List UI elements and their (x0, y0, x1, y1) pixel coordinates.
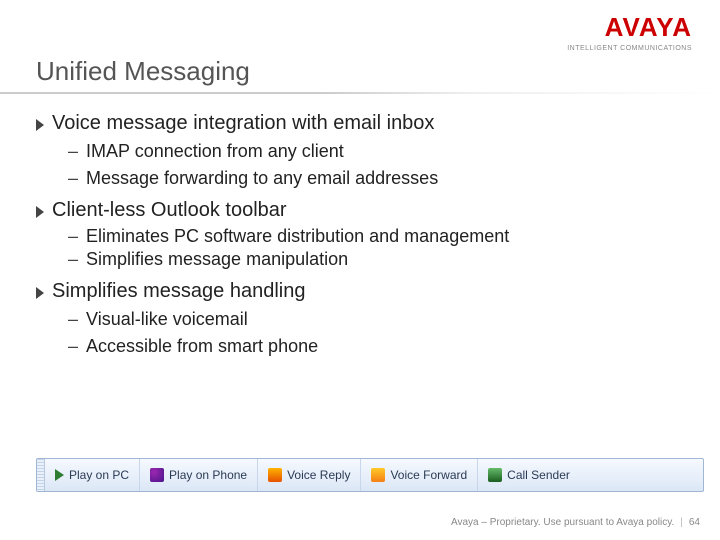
toolbar-label: Voice Forward (390, 468, 467, 482)
toolbar-label: Call Sender (507, 468, 570, 482)
toolbar-button-play-pc: Play on PC (45, 459, 140, 491)
play-icon (55, 469, 64, 481)
arrow-icon (36, 206, 44, 218)
call-icon (488, 468, 502, 482)
phone-icon (150, 468, 164, 482)
bullet-l2: – Message forwarding to any email addres… (68, 168, 684, 189)
brand-tagline: INTELLIGENT COMMUNICATIONS (567, 45, 692, 52)
page-number: 64 (689, 517, 700, 528)
bullet-l2: – Simplifies message manipulation (68, 249, 684, 270)
bullet-l2: – IMAP connection from any client (68, 141, 684, 162)
dash-icon: – (68, 249, 78, 270)
bullet-text: Simplifies message manipulation (86, 249, 348, 270)
bullet-l1: Simplifies message handling (36, 280, 684, 303)
footer-separator: | (680, 517, 683, 528)
toolbar-button-voice-reply: Voice Reply (258, 459, 361, 491)
brand-name: AVAYA (567, 12, 692, 43)
arrow-icon (36, 287, 44, 299)
dash-icon: – (68, 226, 78, 247)
bullet-text: Voice message integration with email inb… (52, 112, 434, 135)
toolbar-button-call-sender: Call Sender (478, 459, 580, 491)
dash-icon: – (68, 168, 78, 189)
toolbar-label: Play on Phone (169, 468, 247, 482)
toolbar-grip-icon (37, 459, 45, 491)
bullet-text: Accessible from smart phone (86, 336, 318, 357)
slide-title: Unified Messaging (36, 56, 250, 87)
bullet-l2: – Visual-like voicemail (68, 309, 684, 330)
slide-body: Voice message integration with email inb… (36, 108, 684, 367)
dash-icon: – (68, 309, 78, 330)
toolbar-button-play-phone: Play on Phone (140, 459, 258, 491)
reply-icon (268, 468, 282, 482)
bullet-text: IMAP connection from any client (86, 141, 344, 162)
footer-text: Avaya – Proprietary. Use pursuant to Ava… (451, 517, 674, 528)
bullet-text: Client-less Outlook toolbar (52, 199, 287, 222)
slide-footer: Avaya – Proprietary. Use pursuant to Ava… (451, 517, 700, 528)
forward-icon (371, 468, 385, 482)
bullet-l2: – Eliminates PC software distribution an… (68, 226, 684, 247)
bullet-l1: Client-less Outlook toolbar (36, 199, 684, 222)
bullet-l1: Voice message integration with email inb… (36, 112, 684, 135)
bullet-l2: – Accessible from smart phone (68, 336, 684, 357)
brand-logo: AVAYA INTELLIGENT COMMUNICATIONS (567, 12, 692, 52)
dash-icon: – (68, 141, 78, 162)
toolbar-label: Play on PC (69, 468, 129, 482)
bullet-text: Visual-like voicemail (86, 309, 248, 330)
toolbar-button-voice-forward: Voice Forward (361, 459, 478, 491)
bullet-text: Eliminates PC software distribution and … (86, 226, 509, 247)
dash-icon: – (68, 336, 78, 357)
outlook-toolbar-screenshot: Play on PC Play on Phone Voice Reply Voi… (36, 458, 704, 492)
arrow-icon (36, 119, 44, 131)
bullet-text: Simplifies message handling (52, 280, 305, 303)
toolbar-label: Voice Reply (287, 468, 350, 482)
title-underline (0, 92, 720, 94)
bullet-text: Message forwarding to any email addresse… (86, 168, 438, 189)
